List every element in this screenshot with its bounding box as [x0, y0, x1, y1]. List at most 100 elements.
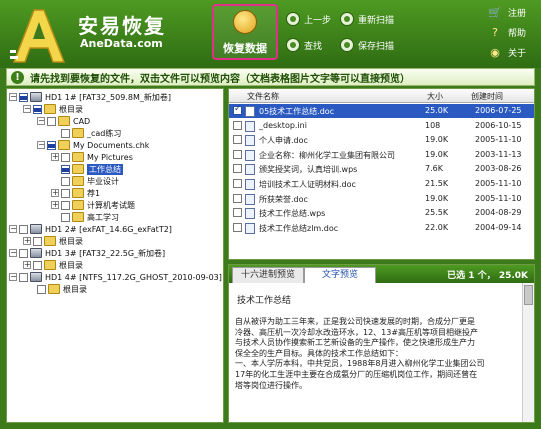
file-checkbox[interactable]	[233, 164, 242, 174]
column-header-name[interactable]: 文件名称	[247, 91, 279, 102]
document-icon	[245, 149, 255, 161]
tree-checkbox[interactable]	[19, 248, 28, 258]
tree-node-mydocs[interactable]: − My Documents.chk	[37, 139, 149, 151]
collapse-icon[interactable]: −	[23, 105, 31, 113]
file-checkbox[interactable]	[233, 120, 242, 130]
file-size: 19.0K	[425, 135, 449, 145]
file-name: 技术工作总结zlm.doc	[259, 223, 339, 233]
tree-checkbox[interactable]	[61, 164, 70, 174]
collapse-icon[interactable]: −	[9, 249, 17, 257]
tree-node-hd1-1[interactable]: − HD1 1# [FAT32_509.8M_新加卷]	[9, 91, 171, 103]
folder-icon	[72, 152, 84, 162]
file-checkbox[interactable]	[233, 222, 242, 232]
tree-node-hd1-2[interactable]: − HD1 2# [exFAT_14.6G_exFatT2]	[9, 223, 172, 235]
tree-checkbox[interactable]	[61, 128, 70, 138]
folder-icon	[44, 104, 56, 114]
tree-node-root4[interactable]: 根目录	[37, 283, 87, 295]
collapse-icon[interactable]: −	[37, 141, 45, 149]
tree-node-hd1-4[interactable]: − HD1 4# [NTFS_117.2G_GHOST_2010-09-03]	[9, 271, 222, 283]
file-row[interactable]: 所获荣誉.doc 19.0K 2005-11-10	[229, 192, 534, 206]
expand-icon[interactable]: +	[51, 189, 59, 197]
tree-label: 根目录	[63, 284, 87, 294]
file-row[interactable]: 培训技术工人证明材料.doc 21.5K 2005-11-10	[229, 177, 534, 191]
preview-line: 保全全的生产目标。具体的技术工作总结如下：	[235, 348, 403, 358]
file-list-header: 文件名称 大小 创建时间	[229, 89, 534, 103]
tree-node-hd1-3[interactable]: − HD1 3# [FAT32_22.5G_新加卷]	[9, 247, 165, 259]
file-row[interactable]: 企业名称：柳州化学工业集团有限公司 19.0K 2003-11-13	[229, 148, 534, 162]
tree-checkbox[interactable]	[19, 272, 28, 282]
file-checkbox[interactable]	[233, 149, 242, 159]
expand-icon[interactable]: +	[23, 237, 31, 245]
tree-node-mypictures[interactable]: + My Pictures	[51, 151, 133, 163]
expand-icon[interactable]: +	[51, 201, 59, 209]
find-button[interactable]: 查找	[286, 38, 322, 52]
file-row[interactable]: _desktop.ini 108 2006-10-15	[229, 119, 534, 133]
tab-hex-preview[interactable]: 十六进制预览	[232, 267, 304, 283]
tree-checkbox[interactable]	[33, 236, 42, 246]
tree-checkbox[interactable]	[33, 260, 42, 270]
save-scan-button[interactable]: 保存扫描	[340, 38, 394, 52]
file-row[interactable]: 颁奖授奖词，认真培训.wps 7.6K 2003-08-26	[229, 162, 534, 176]
register-button[interactable]: 🛒 注册	[488, 6, 526, 19]
recover-data-button[interactable]: 恢复数据	[212, 4, 278, 60]
tree-checkbox[interactable]	[37, 284, 46, 294]
collapse-icon[interactable]: −	[9, 93, 17, 101]
tree-node-advanced-study[interactable]: 高工学习	[61, 211, 119, 223]
file-checkbox[interactable]	[233, 104, 242, 115]
preview-line: 塔等岗位进行操作。	[235, 380, 307, 390]
file-row[interactable]: 个人申请.doc 19.0K 2005-11-10	[229, 133, 534, 147]
scrollbar-thumb[interactable]	[524, 285, 533, 305]
find-label: 查找	[304, 41, 323, 52]
tree-checkbox[interactable]	[19, 224, 28, 234]
file-row[interactable]: 技术工作总结.wps 25.5K 2004-08-29	[229, 206, 534, 220]
tree-label: HD1 1# [FAT32_509.8M_新加卷]	[45, 92, 171, 102]
tree-checkbox[interactable]	[47, 116, 56, 126]
tree-checkbox[interactable]	[19, 92, 28, 102]
save-icon	[340, 38, 354, 52]
tree-label: 根目录	[59, 104, 83, 114]
collapse-icon[interactable]: −	[9, 273, 17, 281]
collapse-icon[interactable]: −	[9, 225, 17, 233]
tab-text-preview[interactable]: 文字预览	[304, 267, 376, 283]
tree-label: 毕业设计	[87, 176, 119, 186]
tree-node-cad-practice[interactable]: _cad练习	[61, 127, 121, 139]
collapse-icon[interactable]: −	[37, 117, 45, 125]
tree-checkbox[interactable]	[61, 152, 70, 162]
preview-scrollbar[interactable]	[522, 283, 534, 422]
expand-icon[interactable]: +	[51, 153, 59, 161]
file-row[interactable]: 技术工作总结zlm.doc 22.0K 2004-09-14	[229, 221, 534, 235]
file-checkbox[interactable]	[233, 193, 242, 203]
directory-tree[interactable]: − HD1 1# [FAT32_509.8M_新加卷] − 根目录 − CAD …	[6, 88, 224, 423]
help-button[interactable]: ? 帮助	[488, 26, 526, 39]
tree-node-root3[interactable]: + 根目录	[23, 259, 83, 271]
tree-node-cad[interactable]: − CAD	[37, 115, 90, 127]
rescan-button[interactable]: 重新扫描	[340, 12, 394, 26]
file-row[interactable]: 05技术工作总结.doc 25.0K 2006-07-25	[229, 104, 534, 118]
tree-node-folder-2[interactable]: + 荐1	[51, 187, 100, 199]
file-checkbox[interactable]	[233, 179, 242, 188]
tree-checkbox[interactable]	[61, 188, 70, 198]
about-button[interactable]: ◉ 关于	[488, 46, 526, 59]
tree-node-worksummary[interactable]: 工作总结	[61, 163, 123, 175]
tree-checkbox[interactable]	[61, 212, 70, 222]
prev-step-button[interactable]: 上一步	[286, 12, 331, 26]
column-header-created[interactable]: 创建时间	[471, 91, 503, 102]
file-checkbox[interactable]	[233, 208, 242, 218]
folder-icon	[48, 284, 60, 294]
tree-checkbox[interactable]	[61, 176, 70, 186]
tree-checkbox[interactable]	[61, 200, 70, 210]
document-icon	[245, 193, 255, 205]
expand-icon[interactable]: +	[23, 261, 31, 269]
file-list[interactable]: 文件名称 大小 创建时间 05技术工作总结.doc 25.0K 2006-07-25…	[228, 88, 535, 260]
file-size: 25.5K	[425, 208, 449, 218]
tree-checkbox[interactable]	[47, 140, 56, 150]
tree-node-exam[interactable]: + 计算机考试题	[51, 199, 135, 211]
tree-checkbox[interactable]	[33, 104, 42, 114]
column-header-size[interactable]: 大小	[427, 91, 443, 102]
tree-node-root1[interactable]: − 根目录	[23, 103, 83, 115]
preview-tab-bar: 十六进制预览 文字预览 已选 1 个， 25.0K	[229, 265, 534, 283]
tree-node-graduation[interactable]: 毕业设计	[61, 175, 119, 187]
file-name: 颁奖授奖词，认真培训.wps	[259, 165, 358, 175]
file-checkbox[interactable]	[233, 135, 242, 145]
tree-node-root2[interactable]: + 根目录	[23, 235, 83, 247]
